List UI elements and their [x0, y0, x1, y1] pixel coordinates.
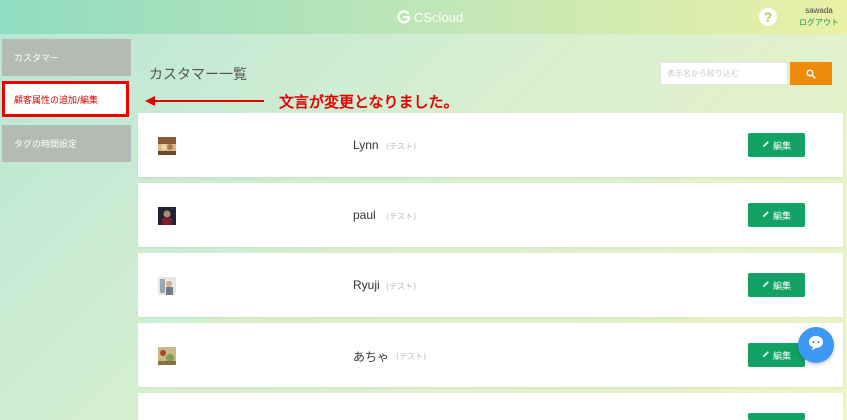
edit-label: 編集 — [772, 211, 791, 222]
avatar — [158, 277, 176, 295]
customer-card[interactable]: Lynn (テスト) 編集 — [138, 113, 843, 177]
pencil-icon — [762, 280, 770, 291]
edit-button[interactable]: 編集 — [748, 203, 805, 227]
customer-card[interactable]: あちゃ (テスト) 編集 — [138, 323, 843, 387]
edit-button[interactable]: 編集 — [748, 133, 805, 157]
chat-bubble-icon — [806, 333, 826, 357]
sidebar-item-label: タグの時間設定 — [14, 140, 78, 150]
avatar — [158, 347, 176, 365]
customer-name: paul — [353, 208, 376, 222]
sidebar-item-label: カスタマー — [14, 54, 60, 64]
avatar — [158, 137, 176, 155]
chat-button[interactable] — [798, 327, 834, 363]
brand-name: CScloud — [414, 9, 464, 25]
customer-card[interactable] — [138, 393, 843, 420]
sidebar-item-customer-attributes[interactable]: 顧客属性の追加/編集 — [2, 81, 129, 117]
customer-name: Lynn — [353, 138, 379, 152]
customer-name: Ryuji — [353, 278, 380, 292]
username: sawada — [805, 6, 833, 15]
customer-tag: (テスト) — [386, 212, 417, 221]
pencil-icon — [762, 140, 770, 151]
pencil-icon — [762, 210, 770, 221]
sidebar-item-label: 顧客属性の追加/編集 — [14, 95, 99, 106]
sidebar-item-customers[interactable]: カスタマー — [2, 39, 131, 76]
edit-label: 編集 — [772, 281, 791, 292]
edit-button[interactable]: 編集 — [748, 273, 805, 297]
customer-tag: (テスト) — [396, 352, 427, 361]
pencil-icon — [762, 350, 770, 361]
brand-logo[interactable]: CScloud — [397, 8, 463, 26]
top-bar: CScloud ? sawada ログアウト — [0, 0, 847, 34]
search-icon — [806, 64, 816, 83]
customer-tag: (テスト) — [386, 282, 417, 291]
edit-label: 編集 — [772, 351, 791, 362]
user-menu: sawada ログアウト — [799, 6, 839, 28]
help-button[interactable]: ? — [759, 8, 777, 26]
sidebar: カスタマー 顧客属性の追加/編集 タグの時間設定 — [0, 34, 131, 420]
annotation-note: 文言が変更となりました。 — [279, 93, 459, 111]
edit-button[interactable] — [748, 413, 805, 420]
customer-card[interactable]: Ryuji (テスト) 編集 — [138, 253, 843, 317]
customer-tag: (テスト) — [386, 142, 417, 151]
question-mark-icon: ? — [763, 9, 773, 25]
logout-link[interactable]: ログアウト — [799, 17, 839, 28]
search-button[interactable] — [790, 62, 832, 85]
customer-card[interactable]: paul (テスト) 編集 — [138, 183, 843, 247]
page-title: カスタマー一覧 — [149, 67, 247, 83]
avatar — [158, 207, 176, 225]
search-input[interactable] — [660, 62, 788, 85]
edit-button[interactable]: 編集 — [748, 343, 805, 367]
cscloud-logo-icon — [397, 10, 411, 24]
customer-name: あちゃ — [353, 350, 390, 364]
sidebar-item-tag-time-settings[interactable]: タグの時間設定 — [2, 125, 131, 162]
edit-label: 編集 — [772, 141, 791, 152]
